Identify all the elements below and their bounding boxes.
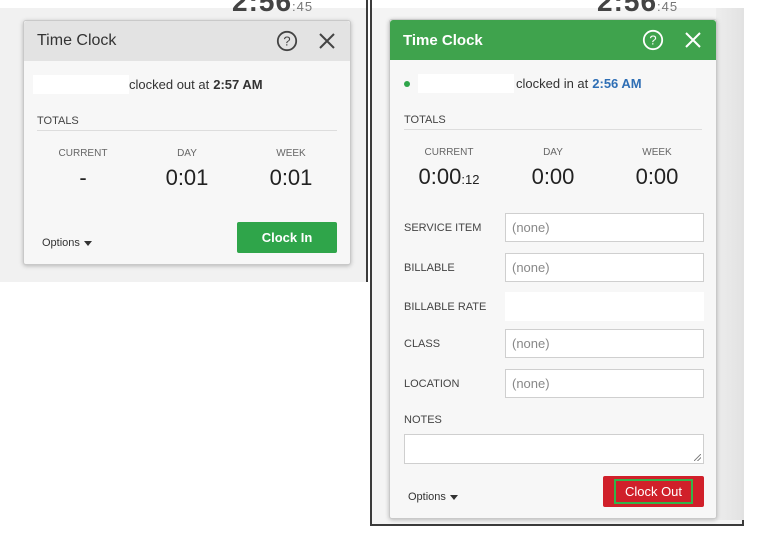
panel-header: Time Clock ? [24, 21, 350, 61]
billable-rate-input[interactable] [505, 292, 704, 321]
time-clock-panel-clocked-in: Time Clock ? clocked in at 2:56 AM TOTAL… [389, 19, 717, 519]
help-icon[interactable]: ? [276, 30, 298, 52]
redacted-username [418, 74, 514, 93]
total-value: 0:00 [501, 164, 605, 190]
total-value-main: 0:01 [165, 165, 209, 190]
total-day: DAY 0:01 [135, 148, 239, 191]
time-clock-panel-clocked-out: Time Clock ? clocked out at 2:57 AM TOTA… [23, 20, 351, 265]
field-billable: BILLABLE (none) [404, 253, 704, 282]
svg-text:?: ? [649, 33, 656, 48]
total-week: WEEK 0:01 [239, 148, 343, 191]
caret-down-icon [83, 240, 92, 246]
notes-label: NOTES [404, 414, 442, 426]
field-billable-rate: BILLABLE RATE [404, 292, 704, 321]
total-value-main: 0:00 [531, 164, 575, 189]
status-text: clocked out at [129, 77, 210, 92]
right-background-strip [716, 8, 744, 520]
clock-in-button[interactable]: Clock In [237, 222, 337, 253]
caret-down-icon [449, 494, 458, 500]
total-value-seconds: :12 [461, 172, 480, 187]
total-current: CURRENT 0:00:12 [397, 147, 501, 190]
notes-textarea[interactable] [404, 434, 704, 464]
total-value: 0:00:12 [397, 164, 501, 190]
field-label: LOCATION [404, 377, 460, 390]
options-menu[interactable]: Options [42, 237, 92, 249]
redacted-username [33, 75, 129, 94]
field-class: CLASS (none) [404, 329, 704, 358]
billable-input[interactable]: (none) [505, 253, 704, 282]
left-background-clock-time: 2:56 [232, 0, 293, 17]
resize-grip-icon[interactable] [694, 454, 701, 461]
clock-status: clocked out at 2:57 AM [33, 75, 263, 94]
service-item-input[interactable]: (none) [505, 213, 704, 242]
panel-title: Time Clock [37, 32, 117, 49]
total-label: CURRENT [424, 147, 474, 158]
right-background-clock-seconds: :45 [657, 0, 679, 14]
clock-out-label: Clock Out [613, 479, 694, 504]
status-dot-icon [404, 80, 410, 87]
total-value: - [31, 165, 135, 191]
total-value-main: 0:01 [269, 165, 313, 190]
right-topbar [372, 0, 744, 8]
clock-in-label: Clock In [261, 230, 313, 245]
total-value-main: - [79, 165, 87, 190]
clock-out-button[interactable]: Clock Out [603, 476, 704, 507]
options-menu[interactable]: Options [408, 491, 458, 503]
field-service-item: SERVICE ITEM (none) [404, 213, 704, 242]
total-label: WEEK [642, 147, 672, 158]
total-current: CURRENT - [31, 148, 135, 191]
panel-title: Time Clock [403, 31, 483, 49]
field-location: LOCATION (none) [404, 369, 704, 398]
total-label: WEEK [276, 148, 306, 159]
class-input[interactable]: (none) [505, 329, 704, 358]
totals-label: TOTALS [37, 115, 337, 131]
total-label: DAY [543, 147, 563, 158]
total-week: WEEK 0:00 [605, 147, 709, 190]
close-icon[interactable] [316, 30, 338, 52]
right-background-clock-time: 2:56 [597, 0, 658, 17]
status-text: clocked in at [516, 76, 589, 91]
left-background-clock: 2:56:45 [232, 0, 313, 18]
totals-grid: CURRENT 0:00:12 DAY 0:00 WEEK 0:00 [397, 147, 709, 190]
close-icon[interactable] [682, 29, 704, 51]
field-label: CLASS [404, 337, 441, 350]
total-value: 0:01 [239, 165, 343, 191]
location-input[interactable]: (none) [505, 369, 704, 398]
svg-text:?: ? [283, 34, 290, 49]
totals-grid: CURRENT - DAY 0:01 WEEK 0:01 [31, 148, 343, 191]
field-label: BILLABLE RATE [404, 300, 487, 313]
help-icon[interactable]: ? [642, 29, 664, 51]
status-time: 2:57 AM [213, 77, 263, 92]
status-time: 2:56 AM [592, 76, 642, 91]
total-day: DAY 0:00 [501, 147, 605, 190]
left-background-clock-seconds: :45 [292, 0, 314, 14]
total-value: 0:00 [605, 164, 709, 190]
clock-status: clocked in at 2:56 AM [404, 74, 642, 93]
total-value-main: 0:00 [635, 164, 679, 189]
total-label: DAY [177, 148, 197, 159]
totals-label: TOTALS [404, 114, 702, 130]
total-value-main: 0:00 [418, 164, 462, 189]
total-label: CURRENT [58, 148, 108, 159]
total-value: 0:01 [135, 165, 239, 191]
options-label: Options [408, 491, 446, 503]
panel-header: Time Clock ? [390, 20, 716, 60]
options-label: Options [42, 237, 80, 249]
right-background-clock: 2:56:45 [597, 0, 678, 18]
field-label: SERVICE ITEM [404, 221, 482, 234]
field-label: BILLABLE [404, 261, 455, 274]
